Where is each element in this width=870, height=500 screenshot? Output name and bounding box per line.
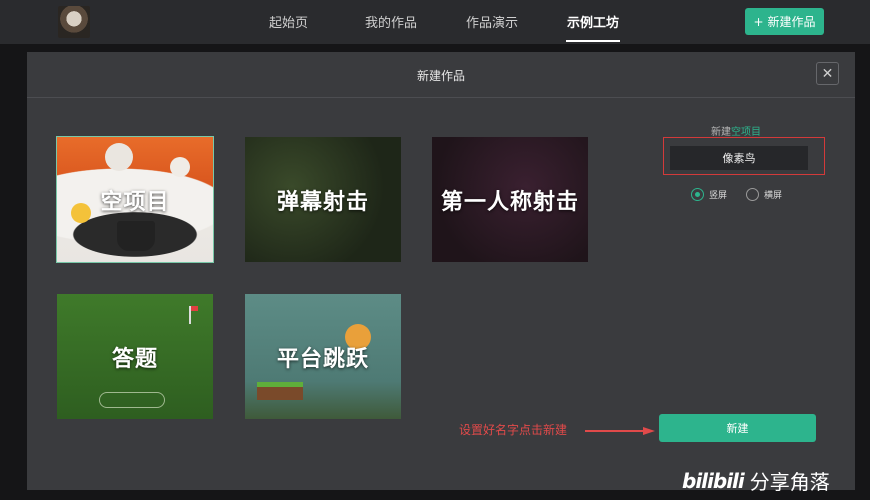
close-button[interactable]: ✕ [816,62,839,85]
template-tile-first-person-shooter[interactable]: 第一人称射击 [432,137,588,262]
create-button[interactable]: 新建 [659,414,816,442]
bilibili-watermark: bilibili 分享角落 [682,466,830,495]
template-label: 答题 [111,346,158,372]
active-tab-indicator [566,40,620,42]
template-label: 平台跳跃 [276,346,369,372]
orientation-label-landscape: 横屏 [764,191,783,201]
new-work-button-label: 新建作品 [767,15,816,29]
plus-icon: + [753,14,764,29]
nav-item-example-workshop[interactable]: 示例工坊 [567,12,619,31]
nav-item-work-demo[interactable]: 作品演示 [466,12,518,31]
nav-item-start-page[interactable]: 起始页 [269,12,308,31]
new-work-modal: 新建作品 ✕ 空项目 弹幕射击 第一人称射击 答题 平台跳跃 新建空项目 竖屏 … [27,52,855,490]
annotation-arrow-icon [585,427,655,435]
close-icon: ✕ [821,65,834,82]
template-label: 空项目 [100,189,170,215]
modal-header: 新建作品 ✕ [27,52,855,98]
template-label: 第一人称射击 [440,189,579,215]
orientation-label-portrait: 竖屏 [709,191,728,201]
template-tile-quiz[interactable]: 答题 [57,294,213,419]
template-label: 弹幕射击 [276,189,369,215]
project-name-input[interactable] [670,146,808,170]
new-project-hint: 新建空项目 [711,123,771,138]
instruction-annotation: 设置好名字点击新建 [459,423,568,437]
template-tile-empty-project[interactable]: 空项目 [56,136,214,263]
template-tile-platform-jump[interactable]: 平台跳跃 [245,294,401,419]
template-tile-bullet-shooter[interactable]: 弹幕射击 [245,137,401,262]
watermark-text: 分享角落 [749,470,830,494]
top-navigation-bar: 起始页 我的作品 作品演示 示例工坊 + 新建作品 [0,0,870,44]
modal-title: 新建作品 [416,69,465,83]
new-work-button[interactable]: + 新建作品 [745,8,824,35]
orientation-landscape-option[interactable]: 横屏 [746,188,782,201]
radio-selected-icon [691,188,704,201]
nav-item-my-works[interactable]: 我的作品 [365,12,417,31]
radio-unselected-icon [746,188,759,201]
orientation-portrait-option[interactable]: 竖屏 [691,188,727,201]
user-avatar[interactable] [58,6,90,38]
bilibili-logo: bilibili [682,468,745,493]
